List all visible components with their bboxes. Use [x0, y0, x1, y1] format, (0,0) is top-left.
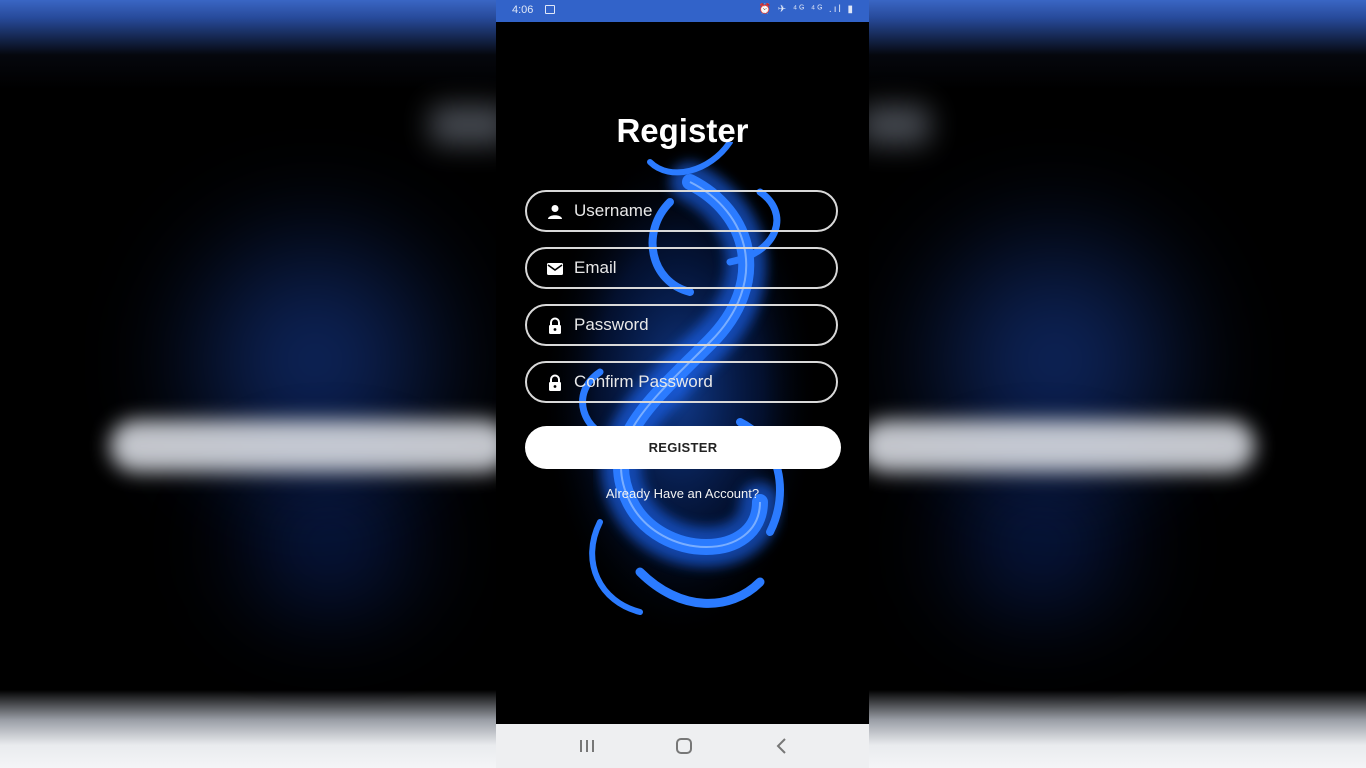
status-time: 4:06: [512, 4, 534, 16]
status-bar: 4:06 ⏰ ✈ ⁴ᴳ ⁴ᴳ .ıl ▮: [496, 0, 869, 22]
background-glow: [180, 460, 480, 630]
gallery-icon: [545, 5, 555, 14]
status-icons: ⏰ ✈ ⁴ᴳ ⁴ᴳ .ıl ▮: [758, 4, 855, 15]
email-input[interactable]: [574, 249, 824, 287]
username-field[interactable]: [525, 190, 838, 232]
back-icon[interactable]: [770, 736, 794, 756]
password-input[interactable]: [574, 306, 824, 344]
background-glow: [890, 460, 1190, 630]
person-icon: [548, 205, 562, 219]
recent-apps-icon[interactable]: [575, 736, 599, 756]
confirm-password-field[interactable]: [525, 361, 838, 403]
phone-screen: 4:06 ⏰ ✈ ⁴ᴳ ⁴ᴳ .ıl ▮ Register Username E…: [496, 0, 869, 768]
mail-icon: [547, 263, 563, 275]
register-screen: Register Username Email REGISTER Already…: [496, 22, 869, 724]
confirm-password-input[interactable]: [574, 363, 824, 401]
page-title: Register: [616, 112, 749, 149]
login-link[interactable]: Already Have an Account?: [496, 486, 869, 501]
email-field[interactable]: [525, 247, 838, 289]
navigation-bar: [496, 724, 869, 768]
lock-icon: [549, 317, 561, 334]
background-blur-bar: [110, 420, 510, 472]
background-blur-bar: [860, 420, 1255, 472]
password-field[interactable]: [525, 304, 838, 346]
username-input[interactable]: [574, 192, 824, 230]
background-blur-shape: [860, 105, 930, 145]
lock-icon: [549, 374, 561, 391]
home-icon[interactable]: [672, 736, 696, 756]
register-button[interactable]: REGISTER: [525, 426, 841, 469]
